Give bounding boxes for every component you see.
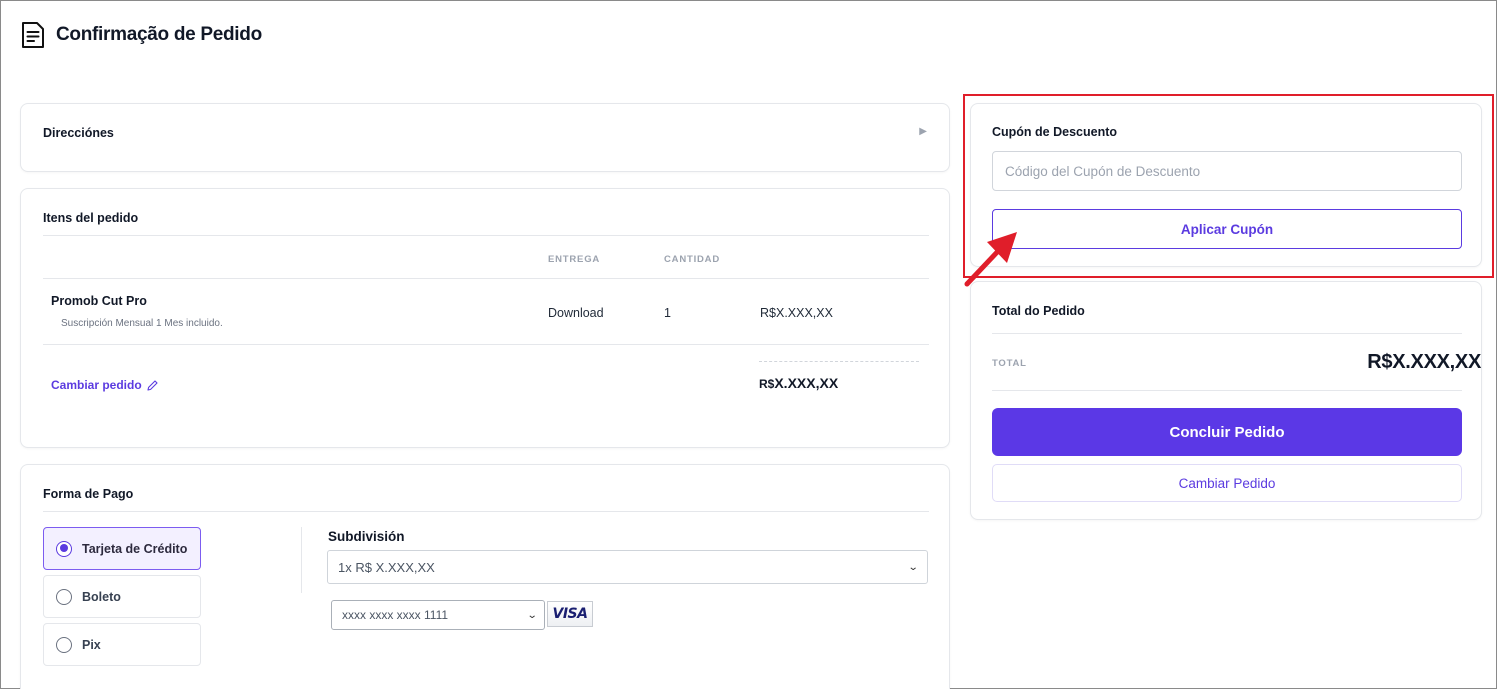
divider bbox=[43, 344, 929, 345]
subtotal-currency: R$ bbox=[759, 377, 775, 391]
divider bbox=[992, 390, 1462, 391]
payment-option-pix[interactable]: Pix bbox=[43, 623, 201, 666]
radio-unselected[interactable] bbox=[56, 636, 72, 653]
payment-option-boleto[interactable]: Boleto bbox=[43, 575, 201, 618]
radio-selected[interactable] bbox=[56, 540, 72, 557]
change-order-label: Cambiar pedido bbox=[51, 378, 142, 392]
subtotal-divider bbox=[759, 361, 919, 362]
order-items-title: Itens del pedido bbox=[43, 211, 139, 225]
order-total-title: Total do Pedido bbox=[992, 304, 1085, 318]
chevron-down-icon: ⌄ bbox=[907, 561, 919, 573]
divider bbox=[43, 278, 929, 279]
pencil-icon bbox=[147, 379, 158, 391]
saved-card-value: xxxx xxxx xxxx 1111 bbox=[342, 608, 449, 622]
highlight-box bbox=[963, 94, 1494, 278]
total-value: R$X.XXX,XX bbox=[1367, 351, 1481, 373]
change-order-link[interactable]: Cambiar pedido bbox=[51, 378, 159, 392]
subdivision-label: Subdivisión bbox=[328, 529, 405, 544]
divider bbox=[992, 333, 1462, 334]
addresses-card[interactable]: Direcciónes ▶ bbox=[20, 103, 950, 172]
product-price: R$X.XXX,XX bbox=[760, 306, 833, 320]
radio-unselected[interactable] bbox=[56, 588, 72, 605]
payment-card: Forma de Pago Tarjeta de Crédito Boleto … bbox=[20, 464, 950, 689]
addresses-title: Direcciónes bbox=[43, 126, 114, 140]
conclude-order-button[interactable]: Concluir Pedido bbox=[992, 408, 1462, 456]
product-delivery: Download bbox=[548, 306, 604, 320]
payment-title: Forma de Pago bbox=[43, 487, 134, 501]
total-label: TOTAL bbox=[992, 358, 1027, 369]
saved-card-select[interactable]: xxxx xxxx xxxx 1111 ⌄ bbox=[331, 600, 545, 630]
order-items-card: Itens del pedido ENTREGA CANTIDAD Promob… bbox=[20, 188, 950, 448]
page-title: Confirmação de Pedido bbox=[56, 24, 262, 45]
product-description: Suscripción Mensual 1 Mes incluido. bbox=[61, 318, 223, 329]
divider bbox=[43, 235, 929, 236]
installments-value: 1x R$ X.XXX,XX bbox=[338, 559, 435, 575]
product-quantity: 1 bbox=[664, 306, 671, 320]
payment-option-credit-card[interactable]: Tarjeta de Crédito bbox=[43, 527, 201, 570]
visa-logo-icon: VISA bbox=[547, 601, 593, 627]
subtotal-value: X.XXX,XX bbox=[774, 375, 839, 391]
chevron-down-icon: ⌄ bbox=[526, 609, 538, 621]
column-header-quantity: CANTIDAD bbox=[664, 254, 721, 265]
payment-option-label: Tarjeta de Crédito bbox=[82, 541, 188, 556]
payment-option-label: Boleto bbox=[82, 589, 121, 604]
installments-select[interactable]: 1x R$ X.XXX,XX ⌄ bbox=[327, 550, 928, 584]
document-icon bbox=[22, 22, 44, 48]
change-order-button[interactable]: Cambiar Pedido bbox=[992, 464, 1462, 502]
divider bbox=[43, 511, 929, 512]
page-header: Confirmação de Pedido bbox=[20, 20, 262, 50]
order-subtotal: R$X.XXX,XX bbox=[759, 375, 838, 391]
column-header-delivery: ENTREGA bbox=[548, 254, 601, 265]
caret-right-icon[interactable]: ▶ bbox=[919, 126, 927, 137]
product-name: Promob Cut Pro bbox=[51, 294, 147, 308]
payment-option-label: Pix bbox=[82, 637, 101, 652]
order-total-card: Total do Pedido TOTAL R$X.XXX,XX Conclui… bbox=[970, 281, 1482, 520]
vertical-divider bbox=[301, 527, 302, 593]
